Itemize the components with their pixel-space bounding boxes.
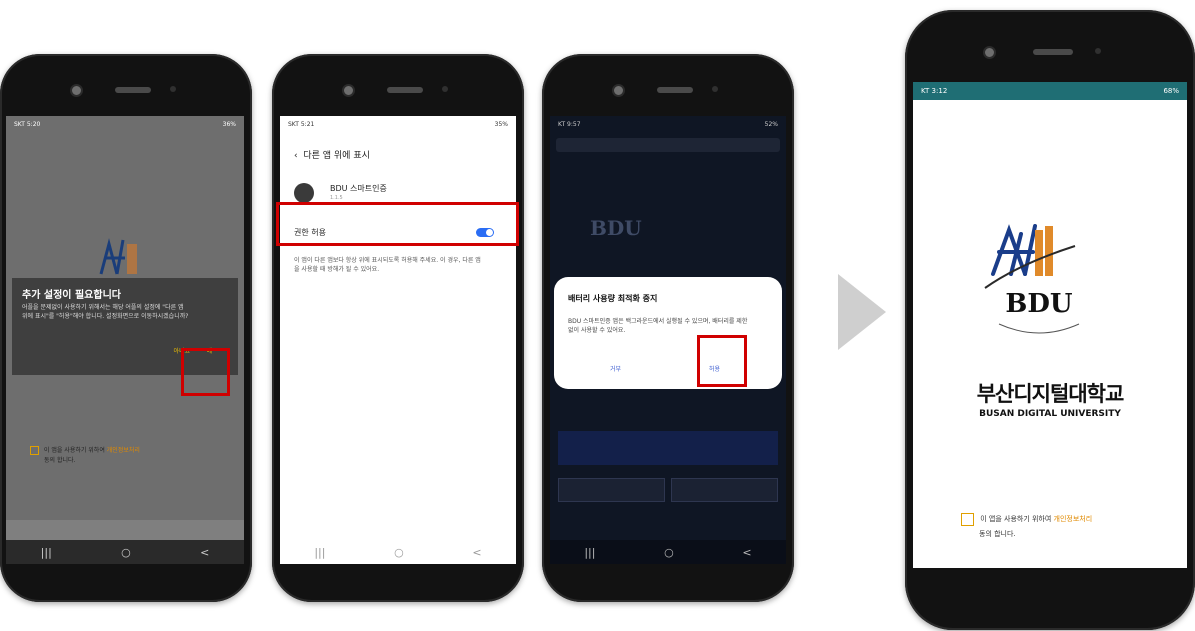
next-step-arrow-icon [838, 274, 886, 350]
login-bar-faded [6, 520, 244, 540]
speaker-grille [657, 87, 693, 93]
recent-apps-icon[interactable]: ||| [314, 546, 325, 559]
proximity-sensor [712, 86, 718, 92]
privacy-consent: 이 앱을 사용하기 위하여 개인정보처리 동의 합니다. [30, 446, 140, 466]
phone-3: KT 9:57 52% BDU 배터리 사용량 최적화 중지 BDU 스마트인증… [542, 54, 794, 602]
back-icon[interactable]: < [472, 546, 481, 559]
phone-4: KT 3:12 68% BDU 부산디지털대학교 BUSAN DIGITAL U… [905, 10, 1195, 630]
front-camera [612, 84, 625, 97]
dialog-title: 추가 설정이 필요합니다 [22, 290, 121, 301]
back-icon[interactable]: < [742, 546, 751, 559]
bdu-logo: BDU [984, 224, 1080, 334]
permission-description: 이 앱이 다른 앱보다 항상 위에 표시되도록 허용해 주세요. 이 경우, 다… [294, 257, 481, 273]
consent-checkbox[interactable] [30, 446, 39, 455]
university-name-english: BUSAN DIGITAL UNIVERSITY [979, 409, 1121, 419]
privacy-consent: 이 앱을 사용하기 위하여 개인정보처리 동의 합니다. [961, 512, 1092, 542]
phone-2-screen: SKT 5:21 35% ‹ 다른 앱 위에 표시 BDU 스마트인증 1.1.… [280, 116, 516, 564]
deny-button[interactable]: 거부 [610, 364, 621, 373]
proximity-sensor [442, 86, 448, 92]
status-right: 52% [764, 120, 778, 128]
home-icon[interactable]: ○ [394, 546, 404, 559]
consent-text-end: 동의 합니다. [44, 457, 76, 464]
recent-apps-icon[interactable]: ||| [584, 546, 595, 559]
recent-apps-icon[interactable]: ||| [41, 546, 52, 559]
bdu-logo-faded [99, 238, 137, 275]
phone-1: SKT 5:20 36% 추가 설정이 필요합니다 어플을 문제없이 사용하기 … [0, 54, 252, 602]
phone-2: SKT 5:21 35% ‹ 다른 앱 위에 표시 BDU 스마트인증 1.1.… [272, 54, 524, 602]
phone-3-screen: KT 9:57 52% BDU 배터리 사용량 최적화 중지 BDU 스마트인증… [550, 116, 786, 564]
front-camera [70, 84, 83, 97]
dialog-title: 배터리 사용량 최적화 중지 [568, 294, 658, 303]
status-bar: SKT 5:21 35% [280, 116, 516, 132]
speaker-grille [387, 87, 423, 93]
privacy-policy-link[interactable]: 개인정보처리 [1054, 515, 1093, 523]
status-right: 35% [494, 120, 508, 128]
login-button-dimmed [558, 431, 778, 465]
status-left: KT 3:12 [921, 87, 948, 95]
page-header: ‹ 다른 앱 위에 표시 [294, 148, 370, 161]
status-bar: SKT 5:20 36% [6, 116, 244, 132]
app-icon [294, 183, 314, 203]
bdu-logo-dimmed: BDU [590, 216, 642, 240]
phone-1-screen: SKT 5:20 36% 추가 설정이 필요합니다 어플을 문제없이 사용하기 … [6, 116, 244, 564]
battery-optimization-dialog: 배터리 사용량 최적화 중지 BDU 스마트인증 앱은 백그라운드에서 실행될 … [554, 277, 782, 389]
back-arrow-icon[interactable]: ‹ [294, 151, 300, 161]
android-nav-bar: ||| ○ < [550, 540, 786, 564]
back-icon[interactable]: < [200, 546, 209, 559]
front-camera [983, 46, 996, 59]
browser-url-bar[interactable] [556, 138, 780, 152]
android-nav-bar: ||| ○ < [6, 540, 244, 564]
page-title: 다른 앱 위에 표시 [303, 151, 370, 161]
consent-checkbox[interactable] [961, 512, 974, 526]
dialog-message: BDU 스마트인증 앱은 백그라운드에서 실행될 수 있으며, 배터리를 제한 … [568, 318, 748, 334]
consent-text: 이 앱을 사용하기 위하여 [43, 447, 105, 454]
consent-text: 이 앱을 사용하기 위하여 [980, 515, 1052, 523]
front-camera [342, 84, 355, 97]
status-left: KT 9:57 [558, 120, 581, 128]
status-bar: KT 3:12 68% [913, 82, 1187, 100]
proximity-sensor [170, 86, 176, 92]
bdu-logo-text: BDU [1005, 289, 1073, 319]
privacy-policy-link[interactable]: 개인정보처리 [107, 447, 140, 454]
status-bar: KT 9:57 52% [550, 116, 786, 132]
speaker-grille [115, 87, 151, 93]
highlight-permission-row [276, 202, 519, 246]
speaker-grille [1033, 49, 1073, 55]
highlight-allow-button [697, 335, 747, 387]
secondary-buttons-dimmed [558, 478, 778, 502]
proximity-sensor [1095, 48, 1101, 54]
highlight-yes-button [181, 348, 230, 396]
app-name: BDU 스마트인증 [330, 184, 387, 193]
consent-text-end: 동의 합니다. [979, 530, 1016, 538]
home-icon[interactable]: ○ [121, 546, 131, 559]
app-version: 1.1.5 [330, 195, 343, 201]
secondary-button-right [671, 478, 778, 502]
phone-4-screen: KT 3:12 68% BDU 부산디지털대학교 BUSAN DIGITAL U… [913, 82, 1187, 568]
android-nav-bar: ||| ○ < [280, 540, 516, 564]
secondary-button-left [558, 478, 665, 502]
status-right: 68% [1163, 87, 1179, 95]
status-left: SKT 5:20 [14, 120, 41, 128]
status-left: SKT 5:21 [288, 120, 315, 128]
dialog-message: 어플을 문제없이 사용하기 위해서는 해당 어플의 설정에 "다른 앱 위에 표… [22, 304, 189, 320]
status-right: 36% [222, 120, 236, 128]
home-icon[interactable]: ○ [664, 546, 674, 559]
university-name-korean: 부산디지털대학교 [976, 382, 1125, 406]
